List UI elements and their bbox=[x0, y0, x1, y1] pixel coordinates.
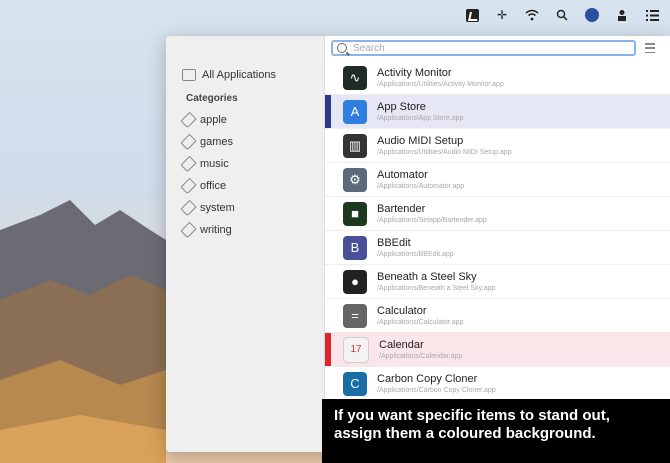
sidebar-item-apple[interactable]: apple bbox=[180, 111, 227, 129]
categories-heading: Categories bbox=[186, 93, 238, 104]
app-name: Activity Monitor bbox=[377, 67, 452, 79]
sidebar-item-label: games bbox=[200, 136, 234, 148]
search-field[interactable] bbox=[331, 40, 636, 56]
app-path: /Applications/Calendar.app bbox=[379, 353, 463, 360]
cross-icon[interactable]: ✛ bbox=[494, 7, 510, 23]
tag-icon bbox=[180, 199, 197, 217]
sidebar-item-all-applications[interactable]: All Applications bbox=[182, 69, 276, 81]
wifi-icon[interactable] bbox=[524, 7, 540, 23]
app-name: App Store bbox=[377, 101, 426, 113]
sidebar-item-label: system bbox=[200, 202, 235, 214]
sidebar-item-label: All Applications bbox=[202, 69, 276, 81]
bartender-icon: ■ bbox=[343, 201, 367, 226]
app-list: ∿ Activity Monitor/Applications/Utilities… bbox=[325, 61, 670, 401]
automator-icon: ⚙ bbox=[343, 167, 367, 192]
app-row[interactable]: ∿ Activity Monitor/Applications/Utilities… bbox=[325, 61, 670, 95]
tag-icon bbox=[180, 133, 197, 151]
app-row[interactable]: ▥ Audio MIDI Setup/Applications/Utilities… bbox=[325, 129, 670, 163]
app-path: /Applications/Carbon Copy Cloner.app bbox=[377, 387, 496, 394]
user-icon[interactable] bbox=[614, 7, 630, 23]
app-path: /Applications/Setapp/Bartender.app bbox=[377, 217, 487, 224]
app-name: Calendar bbox=[379, 339, 424, 351]
search-icon[interactable] bbox=[554, 7, 570, 23]
list-menu-button[interactable] bbox=[645, 43, 655, 53]
app-row[interactable]: 17 Calendar/Applications/Calendar.app bbox=[325, 333, 670, 367]
calendar-icon: 17 bbox=[343, 336, 369, 363]
search-input[interactable] bbox=[351, 41, 615, 55]
tag-icon bbox=[180, 221, 197, 239]
app-path: /Applications/Beneath a Steel Sky.app bbox=[377, 285, 496, 292]
sidebar-item-label: apple bbox=[200, 114, 227, 126]
app-name: BBEdit bbox=[377, 237, 411, 249]
tag-icon bbox=[180, 177, 197, 195]
app-row[interactable]: ■ Bartender/Applications/Setapp/Bartender… bbox=[325, 197, 670, 231]
folder-icon bbox=[182, 69, 196, 81]
app-icon[interactable] bbox=[464, 7, 480, 23]
safari-icon[interactable] bbox=[584, 7, 600, 23]
tag-icon bbox=[180, 155, 197, 173]
sidebar-item-writing[interactable]: writing bbox=[180, 221, 232, 239]
app-row[interactable]: ● Beneath a Steel Sky/Applications/Beneat… bbox=[325, 265, 670, 299]
app-name: Carbon Copy Cloner bbox=[377, 373, 478, 385]
app-name: Automator bbox=[377, 169, 428, 181]
app-path: /Applications/Automator.app bbox=[377, 183, 465, 190]
sidebar-item-music[interactable]: music bbox=[180, 155, 229, 173]
app-path: /Applications/Calculator.app bbox=[377, 319, 464, 326]
app-path: /Applications/Utilities/Audio MIDI Setup… bbox=[377, 149, 512, 156]
calculator-icon: = bbox=[343, 303, 367, 328]
app-row[interactable]: B BBEdit/Applications/BBEdit.app bbox=[325, 231, 670, 265]
tag-icon bbox=[180, 111, 197, 129]
sidebar-item-system[interactable]: system bbox=[180, 199, 235, 217]
app-store-icon: A bbox=[343, 99, 367, 124]
app-name: Beneath a Steel Sky bbox=[377, 271, 477, 283]
app-name: Bartender bbox=[377, 203, 426, 215]
app-path: /Applications/BBEdit.app bbox=[377, 251, 454, 258]
search-icon bbox=[337, 43, 347, 53]
color-highlight-bar bbox=[325, 95, 331, 128]
app-list-pane: ∿ Activity Monitor/Applications/Utilities… bbox=[325, 36, 670, 452]
activity-monitor-icon: ∿ bbox=[343, 65, 367, 90]
app-name: Audio MIDI Setup bbox=[377, 135, 464, 147]
caption-line: If you want specific items to stand out, bbox=[334, 407, 610, 424]
app-row[interactable]: ⚙ Automator/Applications/Automator.app bbox=[325, 163, 670, 197]
app-name: Calculator bbox=[377, 305, 427, 317]
app-row[interactable]: C Carbon Copy Cloner/Applications/Carbon … bbox=[325, 367, 670, 401]
bbedit-icon: B bbox=[343, 235, 367, 260]
audio-midi-icon: ▥ bbox=[343, 133, 367, 158]
sidebar-item-label: office bbox=[200, 180, 227, 192]
caption-box: If you want specific items to stand out,… bbox=[322, 399, 670, 463]
ccc-icon: C bbox=[343, 371, 367, 396]
list-icon[interactable] bbox=[644, 7, 660, 23]
sidebar-item-office[interactable]: office bbox=[180, 177, 227, 195]
app-row[interactable]: = Calculator/Applications/Calculator.app bbox=[325, 299, 670, 333]
sidebar-item-games[interactable]: games bbox=[180, 133, 234, 151]
color-highlight-bar bbox=[325, 333, 331, 366]
app-path: /Applications/Utilities/Activity Monitor… bbox=[377, 81, 504, 88]
sidebar: All Applications Categories apple games mu… bbox=[166, 36, 325, 452]
sidebar-item-label: music bbox=[200, 158, 229, 170]
launcher-window: All Applications Categories apple games mu… bbox=[166, 36, 670, 452]
menu-bar: ✛ bbox=[0, 0, 670, 30]
app-path: /Applications/App Store.app bbox=[377, 115, 464, 122]
app-row[interactable]: A App Store/Applications/App Store.app bbox=[325, 95, 670, 129]
steel-sky-icon: ● bbox=[343, 269, 367, 294]
caption-line: assign them a coloured background. bbox=[334, 425, 596, 442]
sidebar-item-label: writing bbox=[200, 224, 232, 236]
